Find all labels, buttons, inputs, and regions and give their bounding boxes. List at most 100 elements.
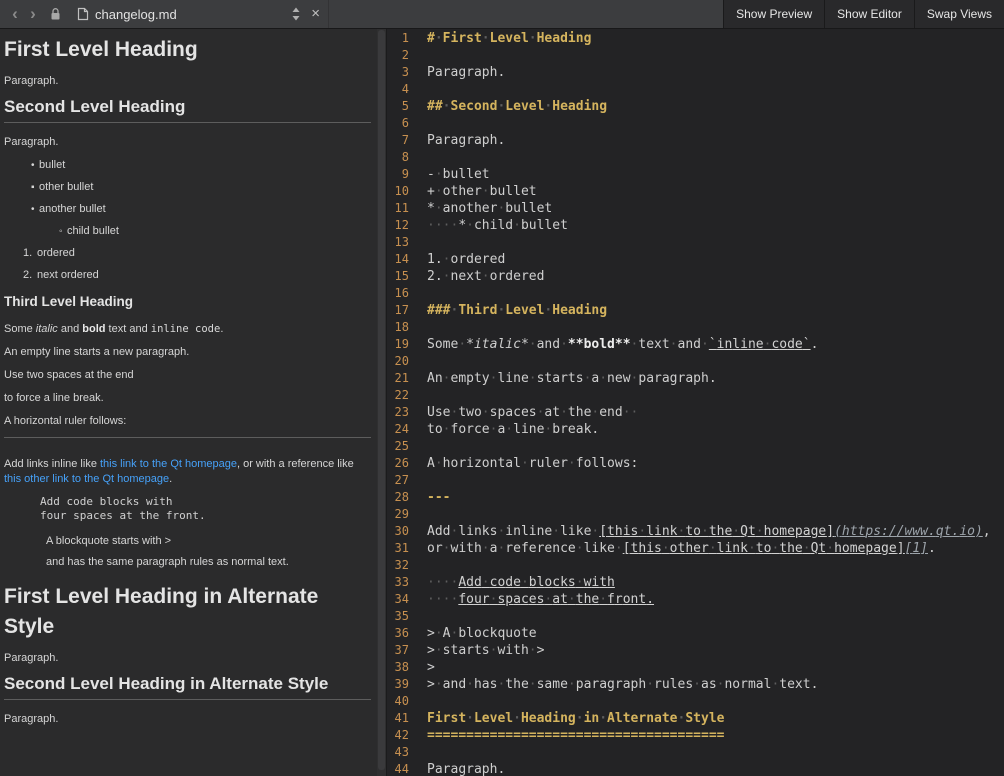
code-line[interactable]	[427, 285, 1004, 302]
preview-scrollbar[interactable]	[377, 29, 386, 776]
code-line[interactable]: Paragraph.	[427, 132, 1004, 149]
line-number: 44	[387, 761, 409, 776]
code-line[interactable]: Paragraph.	[427, 64, 1004, 81]
code-line[interactable]: Some·*italic*·and·**bold**·text·and·`inl…	[427, 336, 1004, 353]
back-button[interactable]: ‹	[6, 1, 24, 27]
chevron-left-icon: ‹	[12, 4, 18, 23]
preview-paragraph: to force a line break.	[4, 391, 371, 406]
line-number: 32	[387, 557, 409, 574]
code-line[interactable]	[427, 472, 1004, 489]
code-line[interactable]	[427, 387, 1004, 404]
code-line[interactable]: -·bullet	[427, 166, 1004, 183]
line-number: 21	[387, 370, 409, 387]
line-number: 6	[387, 115, 409, 132]
line-number: 22	[387, 387, 409, 404]
text-run: inline code	[151, 323, 221, 335]
code-line[interactable]: >	[427, 659, 1004, 676]
code-line[interactable]	[427, 319, 1004, 336]
line-number: 25	[387, 438, 409, 455]
forward-button[interactable]: ›	[24, 1, 42, 27]
code-line[interactable]	[427, 557, 1004, 574]
code-line[interactable]: to·force·a·line·break.	[427, 421, 1004, 438]
code-line[interactable]: ---	[427, 489, 1004, 506]
code-line[interactable]	[427, 506, 1004, 523]
line-number: 1	[387, 30, 409, 47]
preview-content: First Level Heading Paragraph. Second Leve…	[0, 29, 377, 776]
link[interactable]: this other link to the Qt homepage	[4, 473, 169, 485]
swap-views-button[interactable]: Swap Views	[914, 0, 1004, 28]
code-line[interactable]	[427, 608, 1004, 625]
line-number: 23	[387, 404, 409, 421]
code-line[interactable]: ····four·spaces·at·the·front.	[427, 591, 1004, 608]
text-run: italic	[36, 323, 58, 335]
show-editor-button[interactable]: Show Editor	[824, 0, 914, 28]
code-line[interactable]: >·and·has·the·same·paragraph·rules·as·no…	[427, 676, 1004, 693]
list-marker: 1.	[23, 246, 32, 261]
line-number: 14	[387, 251, 409, 268]
close-icon[interactable]: ×	[311, 1, 320, 27]
preview-h2: Second Level Heading	[4, 97, 371, 123]
preview-paragraph: Paragraph.	[4, 651, 371, 666]
line-number: 42	[387, 727, 409, 744]
lock-button[interactable]	[50, 8, 61, 21]
code-line[interactable]: 2.·next·ordered	[427, 268, 1004, 285]
code-line[interactable]: Paragraph.	[427, 761, 1004, 776]
code-line[interactable]	[427, 115, 1004, 132]
code-line[interactable]	[427, 744, 1004, 761]
code-line[interactable]	[427, 47, 1004, 64]
split-view-button[interactable]	[291, 7, 301, 21]
code-line[interactable]: Add·links·inline·like·[this·link·to·the·…	[427, 523, 1004, 540]
code-line[interactable]: ····Add·code·blocks·with	[427, 574, 1004, 591]
preview-paragraph: Paragraph.	[4, 135, 371, 150]
code-line[interactable]: Use·two·spaces·at·the·end··	[427, 404, 1004, 421]
code-line[interactable]: An·empty·line·starts·a·new·paragraph.	[427, 370, 1004, 387]
code-line[interactable]: ###·Third·Level·Heading	[427, 302, 1004, 319]
code-line[interactable]: #·First·Level·Heading	[427, 30, 1004, 47]
line-number: 4	[387, 81, 409, 98]
list-marker: •	[31, 158, 35, 173]
line-number: 26	[387, 455, 409, 472]
code-line[interactable]: 1.·ordered	[427, 251, 1004, 268]
scrollbar-thumb[interactable]	[378, 30, 385, 770]
code-line[interactable]	[427, 438, 1004, 455]
code-line[interactable]: or·with·a·reference·like·[this·other·lin…	[427, 540, 1004, 557]
code-line[interactable]: ##·Second·Level·Heading	[427, 98, 1004, 115]
preview-h1: First Level Heading	[4, 35, 371, 65]
code-line[interactable]: *·another·bullet	[427, 200, 1004, 217]
code-line[interactable]: >·starts·with·>	[427, 642, 1004, 659]
split-view: First Level Heading Paragraph. Second Leve…	[0, 29, 1004, 776]
code-line[interactable]: First·Level·Heading·in·Alternate·Style	[427, 710, 1004, 727]
list-item: ◦child bullet	[4, 224, 371, 239]
text-run: bold	[82, 323, 105, 335]
line-number: 38	[387, 659, 409, 676]
preview-paragraph: Some italic and bold text and inline cod…	[4, 322, 371, 337]
file-tab[interactable]: changelog.md	[77, 7, 177, 22]
preview-paragraph: Use two spaces at the end	[4, 368, 371, 383]
code-line[interactable]	[427, 353, 1004, 370]
preview-paragraph: Add links inline like this link to the Q…	[4, 457, 371, 487]
code-line[interactable]: ····*·child·bullet	[427, 217, 1004, 234]
code-line[interactable]: ======================================	[427, 727, 1004, 744]
code-line[interactable]: +·other·bullet	[427, 183, 1004, 200]
editor-pane[interactable]: 1234567891011121314151617181920212223242…	[387, 29, 1004, 776]
code-line[interactable]: >·A·blockquote	[427, 625, 1004, 642]
line-number: 31	[387, 540, 409, 557]
code-line[interactable]	[427, 81, 1004, 98]
link[interactable]: this link to the Qt homepage	[100, 458, 237, 470]
list-item: 1.ordered	[4, 246, 371, 261]
show-preview-button[interactable]: Show Preview	[723, 0, 824, 28]
view-buttons-group: Show Preview Show Editor Swap Views	[723, 0, 1004, 28]
split-arrows-icon	[291, 7, 301, 21]
preview-code-block: Add code blocks withfour spaces at the f…	[40, 495, 371, 522]
preview-list: 1.ordered2.next ordered	[4, 246, 371, 283]
code-line[interactable]	[427, 693, 1004, 710]
preview-list: •bullet▪other bullet•another bullet◦chil…	[4, 158, 371, 239]
line-number: 40	[387, 693, 409, 710]
code-line[interactable]	[427, 234, 1004, 251]
code-line[interactable]: A·horizontal·ruler·follows:	[427, 455, 1004, 472]
line-number: 39	[387, 676, 409, 693]
editor-code[interactable]: #·First·Level·Heading Paragraph. ##·Second…	[409, 29, 1004, 776]
code-line[interactable]	[427, 149, 1004, 166]
line-number: 35	[387, 608, 409, 625]
line-number: 20	[387, 353, 409, 370]
